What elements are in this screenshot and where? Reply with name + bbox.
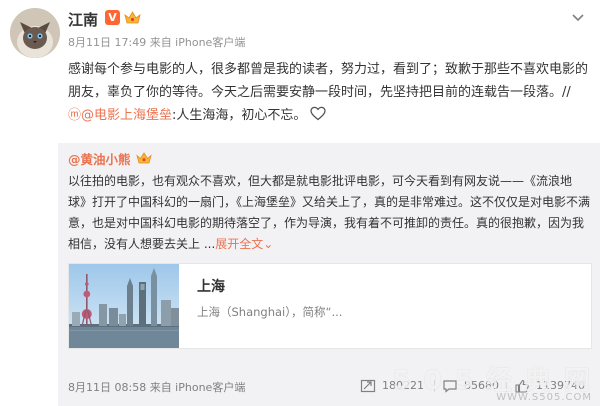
location-card[interactable]: 上海 上海（Shanghai），简称“...: [68, 263, 592, 349]
shanghai-skyline-image: [69, 264, 179, 348]
repost-icon: [360, 379, 376, 393]
heart-icon[interactable]: [310, 106, 327, 121]
watermark-url: WWW.S505.COM: [496, 392, 592, 403]
crown-badge-icon: [136, 152, 152, 164]
weibo-post: 江南 V 8月11日 17:49 来自 iPhone客户端 感谢每个参与电影的人…: [0, 0, 600, 406]
crown-badge-icon: [124, 11, 141, 24]
post-text: 感谢每个参与电影的人，很多都曾是我的读者，努力过，看到了；致歉于那些不喜欢电影的…: [68, 58, 588, 127]
link-icon: ⓜ: [68, 108, 82, 123]
post-text-main: 感谢每个参与电影的人，很多都曾是我的读者，努力过，看到了；致歉于那些不喜欢电影的…: [68, 62, 589, 100]
repost-author-name[interactable]: 黄油小熊: [81, 152, 131, 167]
cat-avatar-icon: [10, 8, 60, 58]
chevron-down-icon[interactable]: [570, 10, 586, 26]
expand-label: 展开全文: [215, 237, 264, 251]
repost-meta: 8月11日 08:58 来自 iPhone客户端: [68, 381, 246, 394]
post-text-tail: :人生海海，初心不忘。: [172, 108, 307, 123]
skyline-illustration: [69, 264, 179, 348]
card-subtitle: 上海（Shanghai），简称“...: [197, 305, 343, 319]
expand-arrow-icon: ⌄: [263, 237, 274, 251]
mention-link[interactable]: @电影上海堡垒: [81, 108, 172, 123]
repost-text: 以往拍的电影，也有观众不喜欢，但大都是就电影批评电影，可今天看到有网友说——《流…: [68, 171, 590, 255]
card-title: 上海: [197, 279, 225, 295]
avatar[interactable]: [10, 8, 60, 58]
repost-at: @: [68, 152, 81, 167]
expand-full-text-link[interactable]: 展开全文⌄: [215, 237, 273, 251]
repost-body: 以往拍的电影，也有观众不喜欢，但大都是就电影批评电影，可今天看到有网友说——《流…: [68, 174, 591, 251]
author-name[interactable]: 江南: [68, 9, 98, 30]
repost-author[interactable]: @黄油小熊: [68, 149, 131, 168]
post-meta: 8月11日 17:49 来自 iPhone客户端: [68, 36, 246, 49]
verified-badge-icon: V: [105, 10, 120, 25]
